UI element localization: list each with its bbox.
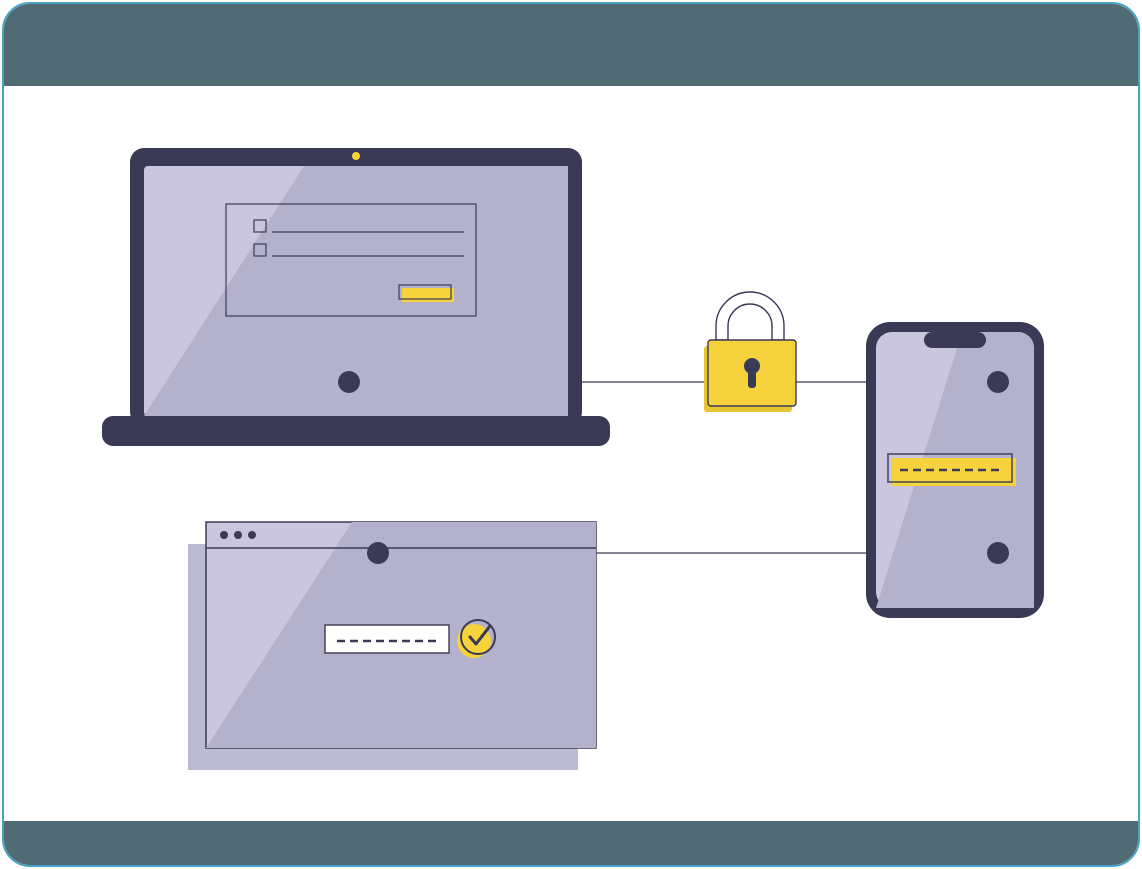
browser-code-bg xyxy=(325,625,449,653)
browser-dot-1 xyxy=(220,531,228,539)
lock-shackle xyxy=(716,292,784,340)
login-submit-shadow xyxy=(402,288,454,302)
bottom-band xyxy=(4,821,1138,865)
smartphone xyxy=(866,322,1044,618)
lock-icon xyxy=(704,292,796,412)
phone-node-top xyxy=(987,371,1009,393)
laptop-node-dot xyxy=(338,371,360,393)
laptop xyxy=(102,148,610,446)
phone-notch xyxy=(924,332,986,348)
diagram-card xyxy=(2,2,1140,867)
top-band xyxy=(4,4,1138,86)
phone-node-bottom xyxy=(987,542,1009,564)
browser-dot-2 xyxy=(234,531,242,539)
browser-node-dot xyxy=(367,542,389,564)
laptop-camera-icon xyxy=(352,152,360,160)
diagram-stage xyxy=(4,86,1138,821)
auth-diagram-svg xyxy=(4,86,1138,825)
lock-keyhole-stem xyxy=(748,370,756,388)
browser-window xyxy=(188,522,596,770)
browser-dot-3 xyxy=(248,531,256,539)
